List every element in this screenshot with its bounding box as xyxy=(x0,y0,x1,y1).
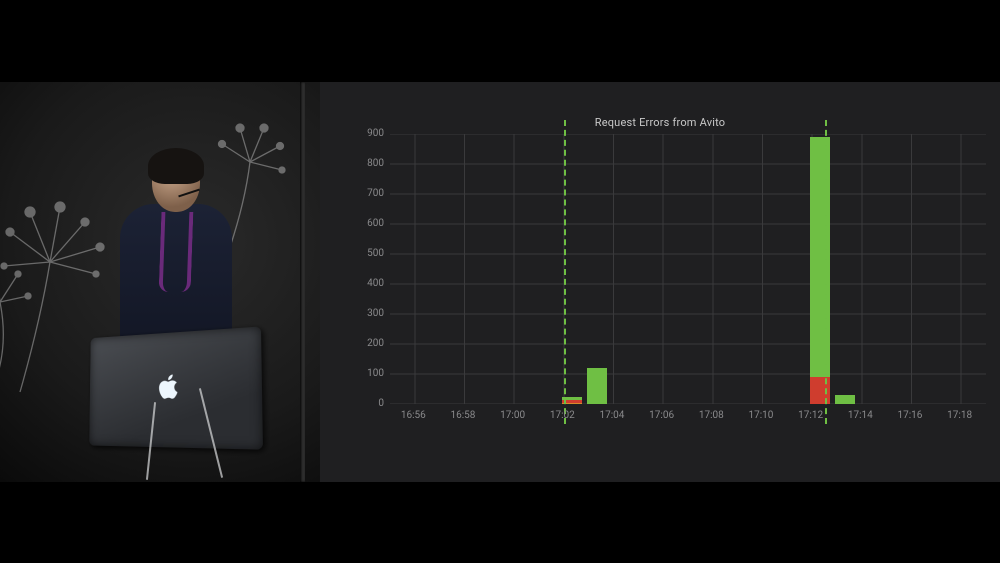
y-tick-label: 0 xyxy=(344,398,384,409)
bar xyxy=(835,395,855,404)
y-tick-label: 400 xyxy=(344,278,384,289)
y-tick-label: 200 xyxy=(344,338,384,349)
y-tick-label: 100 xyxy=(344,368,384,379)
x-tick-label: 16:58 xyxy=(451,410,476,421)
y-tick-label: 500 xyxy=(344,248,384,259)
time-marker xyxy=(564,120,566,424)
y-tick-label: 900 xyxy=(344,128,384,139)
chart-title: Request Errors from Avito xyxy=(320,116,1000,129)
x-tick-label: 17:08 xyxy=(699,410,724,421)
chart-grid xyxy=(390,134,986,404)
y-tick-label: 800 xyxy=(344,158,384,169)
x-tick-label: 17:16 xyxy=(898,410,923,421)
bar xyxy=(810,137,830,404)
y-tick-label: 600 xyxy=(344,218,384,229)
x-tick-label: 17:12 xyxy=(798,410,823,421)
x-tick-label: 17:14 xyxy=(848,410,873,421)
chart-plot-area xyxy=(390,134,986,404)
x-tick-label: 17:02 xyxy=(550,410,575,421)
time-marker xyxy=(825,120,827,424)
x-tick-label: 17:04 xyxy=(600,410,625,421)
video-frame: Request Errors from Avito 0 100 200 300 400 5… xyxy=(0,82,1000,482)
x-tick-label: 16:56 xyxy=(401,410,426,421)
y-tick-label: 300 xyxy=(344,308,384,319)
speaker-scene xyxy=(0,82,320,482)
x-tick-label: 17:06 xyxy=(649,410,674,421)
chart-panel: Request Errors from Avito 0 100 200 300 400 5… xyxy=(320,82,1000,482)
x-tick-label: 17:00 xyxy=(500,410,525,421)
bar xyxy=(587,368,607,404)
y-tick-label: 700 xyxy=(344,188,384,199)
apple-logo-icon xyxy=(159,372,182,407)
x-tick-label: 17:18 xyxy=(947,410,972,421)
x-tick-label: 17:10 xyxy=(749,410,774,421)
laptop xyxy=(89,326,263,449)
